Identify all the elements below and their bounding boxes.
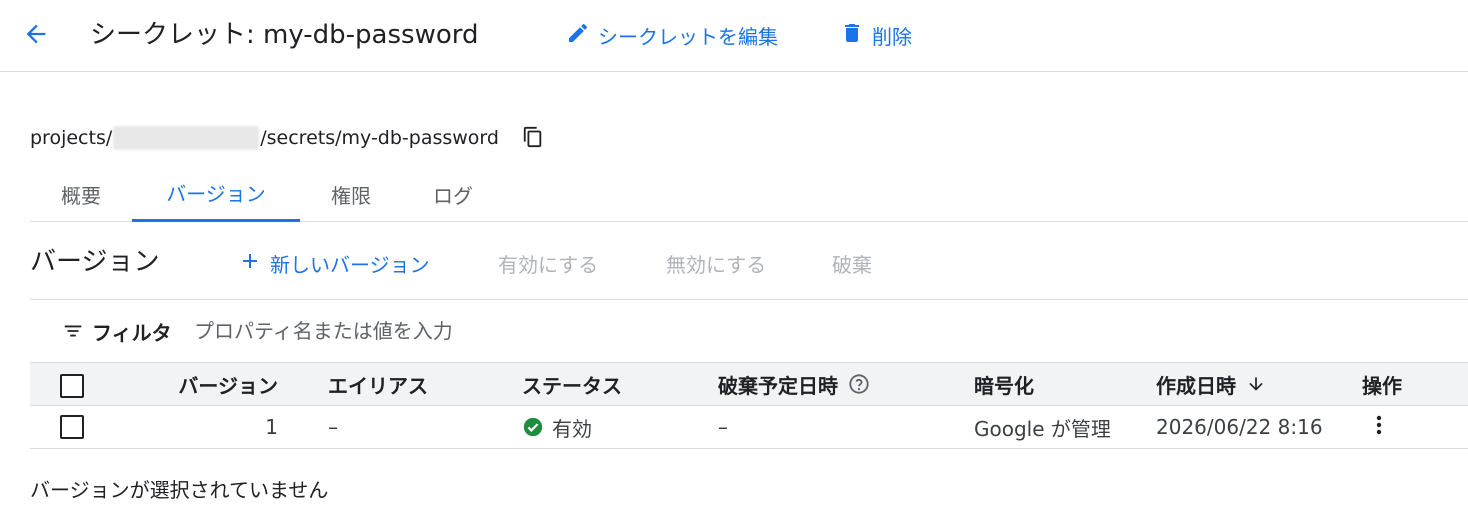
column-header-scheduled-destroy[interactable]: 破棄予定日時 — [718, 363, 870, 405]
column-header-actions: 操作 — [1362, 373, 1402, 398]
edit-secret-label: シークレットを編集 — [598, 24, 778, 49]
disable-button[interactable]: 無効にする — [666, 248, 766, 278]
new-version-button[interactable]: 新しいバージョン — [238, 248, 430, 278]
column-header-encryption[interactable]: 暗号化 — [974, 363, 1034, 405]
new-version-label: 新しいバージョン — [270, 252, 430, 277]
table-header-row: バージョン エイリアス ステータス 破棄予定日時 暗号化 作成日時 操作 — [30, 362, 1468, 406]
cell-scheduled-destroy: – — [718, 415, 728, 439]
tab-logs[interactable]: ログ — [402, 166, 504, 222]
filter-bar: フィルタ — [30, 300, 1468, 362]
pencil-icon — [566, 21, 590, 50]
more-vert-icon — [1367, 413, 1391, 441]
arrow-back-icon — [22, 20, 50, 52]
tab-bar: 概要 バージョン 権限 ログ — [30, 166, 1468, 222]
arrow-down-icon — [1246, 374, 1266, 394]
column-header-version[interactable]: バージョン — [170, 363, 278, 405]
check-circle-icon — [522, 416, 544, 438]
row-actions-menu-button[interactable] — [1364, 412, 1394, 442]
row-checkbox[interactable] — [60, 415, 84, 439]
tab-overview[interactable]: 概要 — [30, 166, 132, 222]
tab-versions[interactable]: バージョン — [132, 166, 300, 222]
trash-icon — [840, 21, 864, 50]
back-button[interactable] — [18, 18, 54, 54]
enable-button[interactable]: 有効にする — [498, 248, 598, 278]
cell-status: 有効 — [522, 406, 592, 448]
status-label: 有効 — [552, 416, 592, 441]
cell-created: 2026/06/22 8:16 — [1156, 415, 1323, 439]
copy-icon — [522, 126, 544, 152]
column-header-status[interactable]: ステータス — [522, 363, 622, 405]
tab-permissions[interactable]: 権限 — [300, 166, 402, 222]
section-title: バージョン — [30, 247, 160, 277]
resource-path-suffix: /secrets/my-db-password — [260, 127, 499, 149]
column-header-created[interactable]: 作成日時 — [1156, 363, 1266, 405]
plus-icon — [238, 249, 262, 278]
resource-path-prefix: projects/ — [30, 127, 113, 149]
selection-message: バージョンが選択されていません — [30, 478, 329, 502]
page-title: シークレット: my-db-password — [90, 20, 479, 50]
page-header: シークレット: my-db-password シークレットを編集 削除 — [0, 0, 1468, 72]
versions-toolbar: バージョン 新しいバージョン 有効にする 無効にする 破棄 — [30, 236, 1468, 300]
select-all-checkbox[interactable] — [60, 374, 84, 398]
redacted-project-id — [113, 126, 260, 150]
cell-alias: – — [328, 415, 338, 439]
table-row: 1 – 有効 – Google が管理 2026/06/22 8:16 — [30, 406, 1468, 449]
filter-icon — [62, 320, 84, 342]
help-icon[interactable] — [848, 373, 870, 395]
column-header-created-label: 作成日時 — [1156, 373, 1236, 398]
resource-path: projects/ /secrets/my-db-password — [30, 124, 499, 152]
filter-input[interactable] — [194, 314, 894, 348]
edit-secret-button[interactable]: シークレットを編集 — [566, 20, 778, 50]
delete-label: 削除 — [872, 24, 912, 49]
column-header-scheduled-destroy-label: 破棄予定日時 — [718, 373, 838, 398]
cell-encryption: Google が管理 — [974, 416, 1111, 441]
copy-path-button[interactable] — [520, 126, 546, 152]
filter-label: フィルタ — [92, 321, 172, 345]
cell-version: 1 — [265, 415, 278, 439]
column-header-alias[interactable]: エイリアス — [328, 363, 428, 405]
destroy-button[interactable]: 破棄 — [832, 248, 872, 278]
delete-button[interactable]: 削除 — [840, 20, 912, 50]
